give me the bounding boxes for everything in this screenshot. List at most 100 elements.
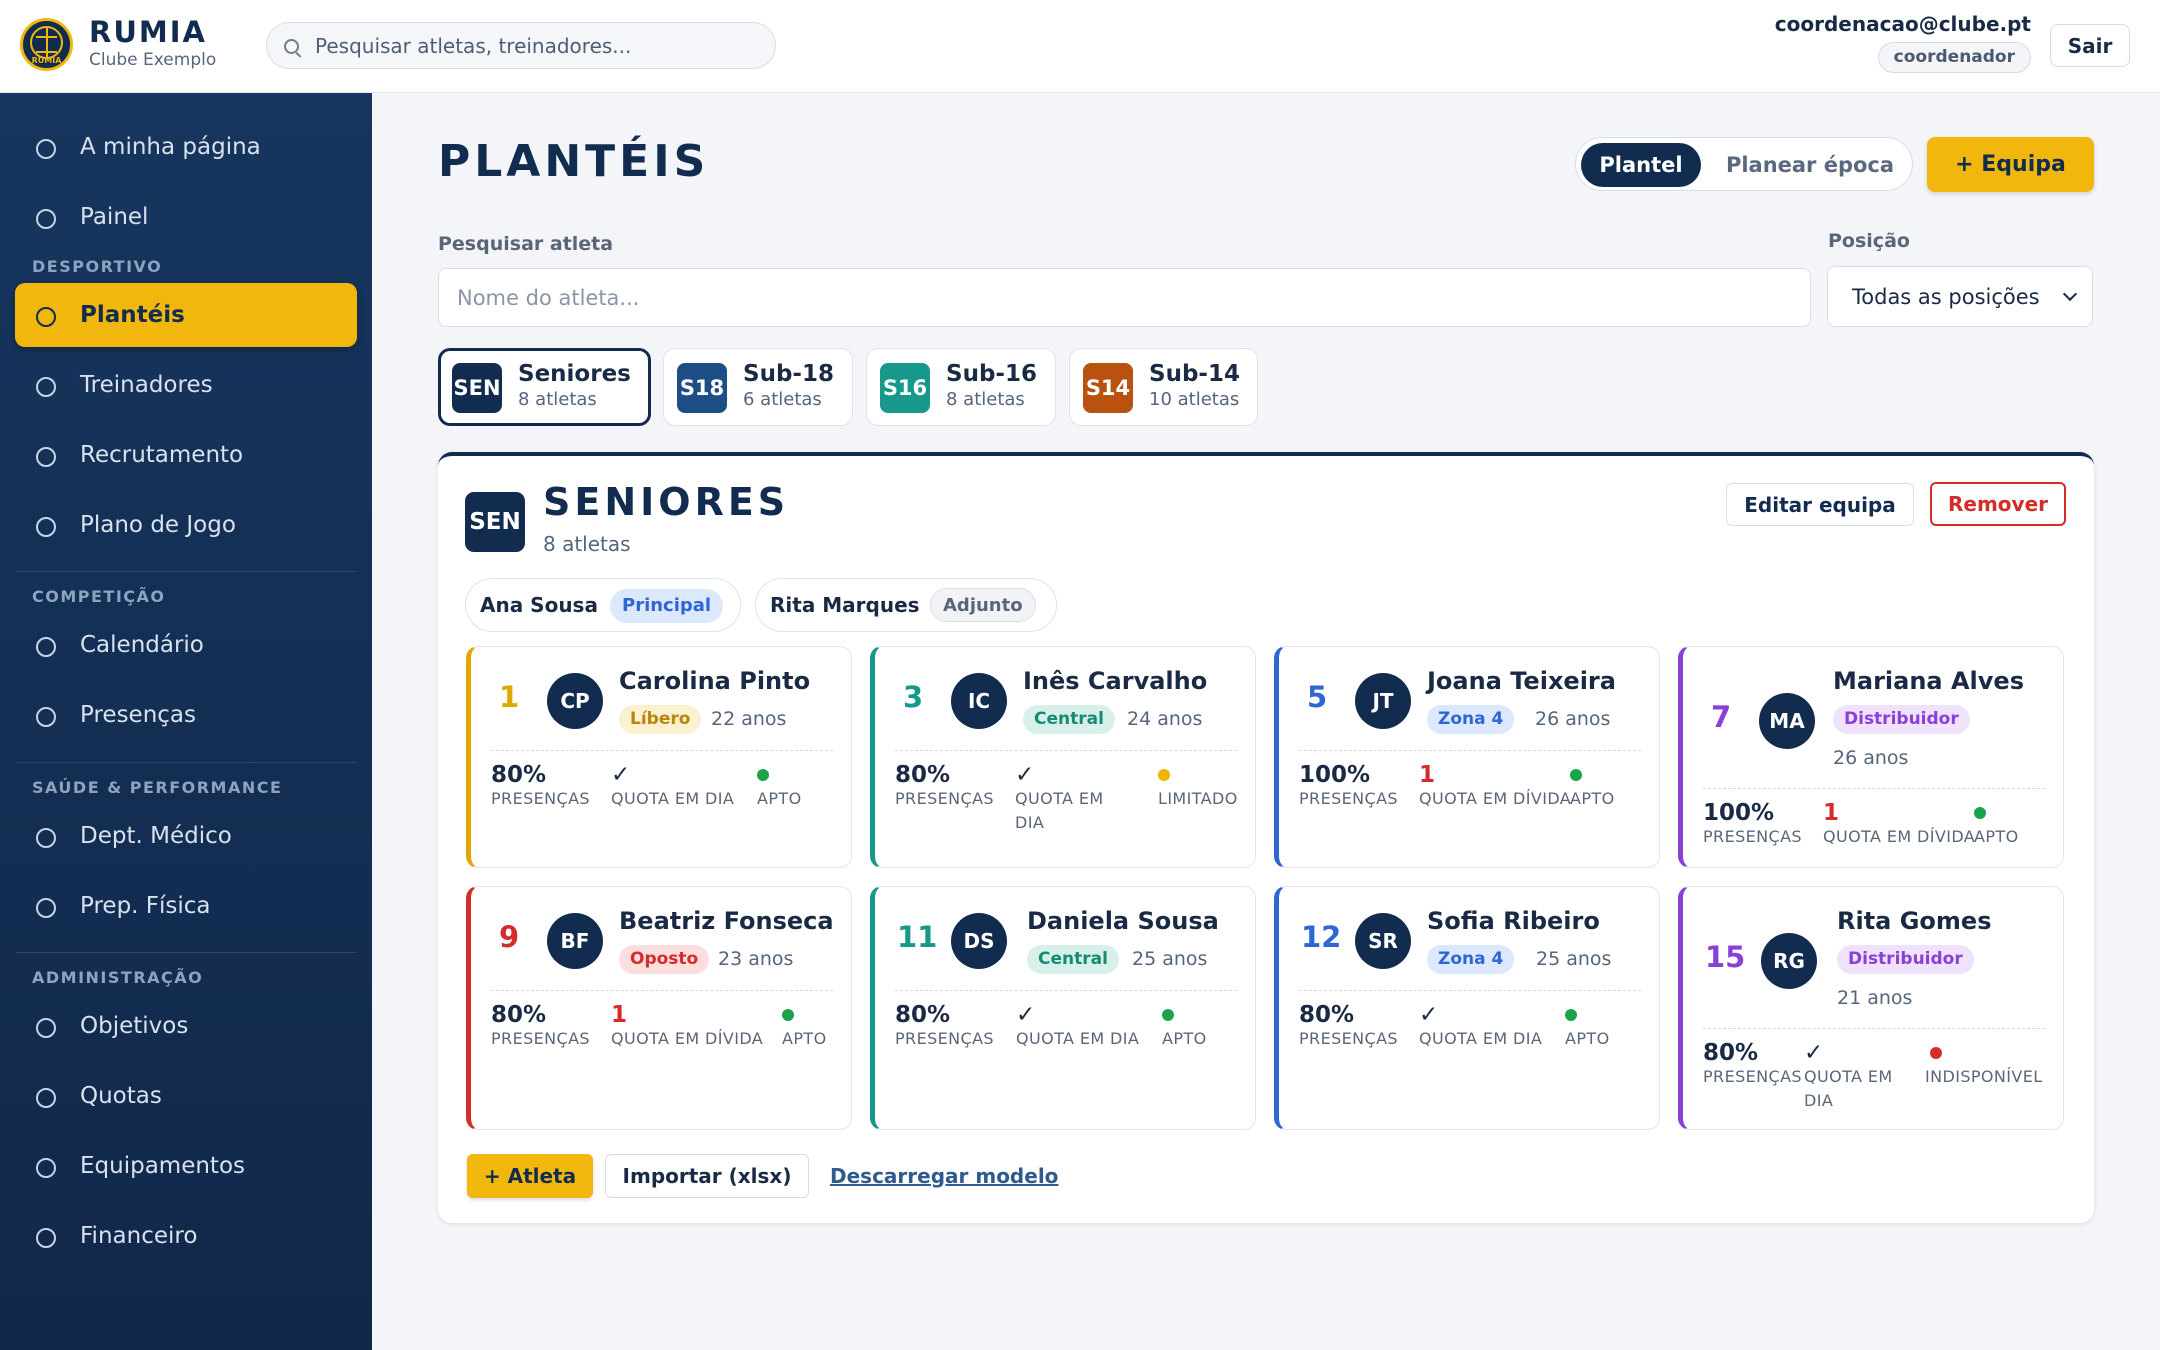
team-tab-sub18[interactable]: S18 Sub-18 6 atletas [663, 348, 853, 426]
sidebar-item-medical[interactable]: Dept. Médico [15, 804, 357, 868]
global-search[interactable] [266, 22, 776, 69]
circle-icon [36, 209, 56, 229]
divider [15, 571, 357, 572]
import-xlsx-button[interactable]: Importar (xlsx) [605, 1154, 809, 1198]
divider [15, 762, 357, 763]
fitness-status: APTO [1974, 827, 2019, 846]
player-card[interactable]: 1 CP Carolina Pinto Líbero 22 anos 80% P… [466, 646, 852, 868]
player-card[interactable]: 11 DS Daniela Sousa Central 25 anos 80% … [870, 886, 1256, 1130]
club-logo[interactable]: RUMIA [20, 18, 73, 71]
sidebar-item-equipment[interactable]: Equipamentos [15, 1134, 357, 1198]
attendance-label: PRESENÇAS [895, 1029, 994, 1048]
circle-icon [36, 637, 56, 657]
position-tag: Distribuidor [1837, 945, 1974, 974]
jersey-number: 5 [1307, 680, 1328, 714]
fitness-status: APTO [1565, 1029, 1610, 1048]
fitness-status: INDISPONÍVEL [1925, 1067, 2043, 1086]
sidebar-item-attendance[interactable]: Presenças [15, 683, 357, 747]
player-card[interactable]: 15 RG Rita Gomes Distribuidor 21 anos 80… [1678, 886, 2064, 1130]
add-athlete-button[interactable]: + Atleta [467, 1154, 593, 1198]
player-name: Joana Teixeira [1427, 667, 1616, 695]
team-tab-seniores[interactable]: SEN Seniores 8 atletas [438, 348, 651, 426]
status-dot [1158, 769, 1170, 781]
jersey-number: 11 [897, 920, 938, 954]
sidebar-item-label: Plantéis [80, 302, 185, 328]
player-name: Mariana Alves [1833, 667, 2024, 695]
fitness-status: APTO [757, 789, 802, 808]
circle-icon [36, 517, 56, 537]
fitness-status: APTO [782, 1029, 827, 1048]
global-search-input[interactable] [315, 31, 755, 61]
fee-status-value: 1 [611, 1002, 628, 1028]
coach-name: Ana Sousa [480, 593, 598, 617]
chevron-down-icon [2062, 286, 2078, 302]
remove-team-button[interactable]: Remover [1930, 482, 2066, 526]
position-tag: Distribuidor [1833, 705, 1970, 734]
fee-status-value: ✓ [1016, 1002, 1036, 1028]
player-card[interactable]: 12 SR Sofia Ribeiro Zona 4 25 anos 80% P… [1274, 886, 1660, 1130]
player-age: 25 anos [1536, 948, 1612, 970]
tab-squad[interactable]: Plantel [1581, 143, 1701, 187]
avatar: DS [951, 913, 1007, 969]
sidebar-item-label: Treinadores [80, 372, 213, 398]
divider [1299, 750, 1641, 751]
position-tag: Zona 4 [1427, 945, 1515, 974]
sidebar-item-objectives[interactable]: Objetivos [15, 994, 357, 1058]
position-select[interactable]: Todas as posições [1827, 266, 2093, 327]
player-card[interactable]: 9 BF Beatriz Fonseca Oposto 23 anos 80% … [466, 886, 852, 1130]
search-icon [284, 39, 299, 54]
divider [1299, 990, 1641, 991]
sidebar-item-squads[interactable]: Plantéis [15, 283, 357, 347]
team-tab-sub16[interactable]: S16 Sub-16 8 atletas [866, 348, 1056, 426]
sidebar-item-game-plan[interactable]: Plano de Jogo [15, 493, 357, 557]
avatar: IC [951, 673, 1007, 729]
section-title-sports: DESPORTIVO [32, 257, 163, 276]
team-count: 8 atletas [518, 389, 597, 410]
sidebar-item-coaches[interactable]: Treinadores [15, 353, 357, 417]
position-select-value: Todas as posições [1852, 285, 2040, 309]
team-tab-sub14[interactable]: S14 Sub-14 10 atletas [1069, 348, 1258, 426]
brand-name[interactable]: RUMIA [89, 15, 207, 49]
team-badge: S16 [880, 363, 930, 413]
jersey-number: 15 [1705, 940, 1746, 974]
player-card[interactable]: 5 JT Joana Teixeira Zona 4 26 anos 100% … [1274, 646, 1660, 868]
sidebar-item-my-page[interactable]: A minha página [15, 115, 357, 179]
add-team-button[interactable]: + Equipa [1927, 137, 2094, 192]
logout-button[interactable]: Sair [2050, 24, 2130, 67]
sidebar-item-label: Presenças [80, 702, 196, 728]
coach-chip[interactable]: Ana Sousa Principal [465, 578, 741, 632]
attendance-label: PRESENÇAS [491, 789, 590, 808]
status-dot [1930, 1047, 1942, 1059]
position-tag: Oposto [619, 945, 710, 974]
fee-status-label: QUOTA EM DIA [1804, 1067, 1893, 1110]
sidebar-item-label: Quotas [80, 1083, 162, 1109]
fee-status-value: ✓ [611, 762, 631, 788]
divider [895, 990, 1237, 991]
divider [491, 990, 833, 991]
player-card[interactable]: 7 MA Mariana Alves Distribuidor 26 anos … [1678, 646, 2064, 868]
player-card[interactable]: 3 IC Inês Carvalho Central 24 anos 80% P… [870, 646, 1256, 868]
player-name: Daniela Sousa [1027, 907, 1219, 935]
sidebar-item-fees[interactable]: Quotas [15, 1064, 357, 1128]
status-dot [1565, 1009, 1577, 1021]
attendance-label: PRESENÇAS [1703, 1067, 1802, 1086]
attendance-value: 100% [1299, 762, 1371, 788]
sidebar-item-calendar[interactable]: Calendário [15, 613, 357, 677]
player-name: Sofia Ribeiro [1427, 907, 1600, 935]
player-age: 26 anos [1833, 747, 1909, 769]
edit-team-button[interactable]: Editar equipa [1726, 483, 1914, 526]
status-dot [757, 769, 769, 781]
team-badge: SEN [465, 492, 525, 552]
jersey-number: 1 [499, 680, 520, 714]
attendance-label: PRESENÇAS [895, 789, 994, 808]
athlete-search-input[interactable] [438, 268, 1811, 327]
tab-plan-season[interactable]: Planear época [1716, 143, 1904, 187]
circle-icon [36, 1158, 56, 1178]
sidebar-item-physical-prep[interactable]: Prep. Física [15, 874, 357, 938]
coach-chip[interactable]: Rita Marques Adjunto [755, 578, 1057, 632]
download-template-link[interactable]: Descarregar modelo [830, 1164, 1058, 1188]
sidebar-item-recruitment[interactable]: Recrutamento [15, 423, 357, 487]
sidebar-item-financial[interactable]: Financeiro [15, 1204, 357, 1268]
team-count: 10 atletas [1149, 389, 1240, 410]
sidebar-item-dashboard[interactable]: Painel [15, 185, 357, 249]
